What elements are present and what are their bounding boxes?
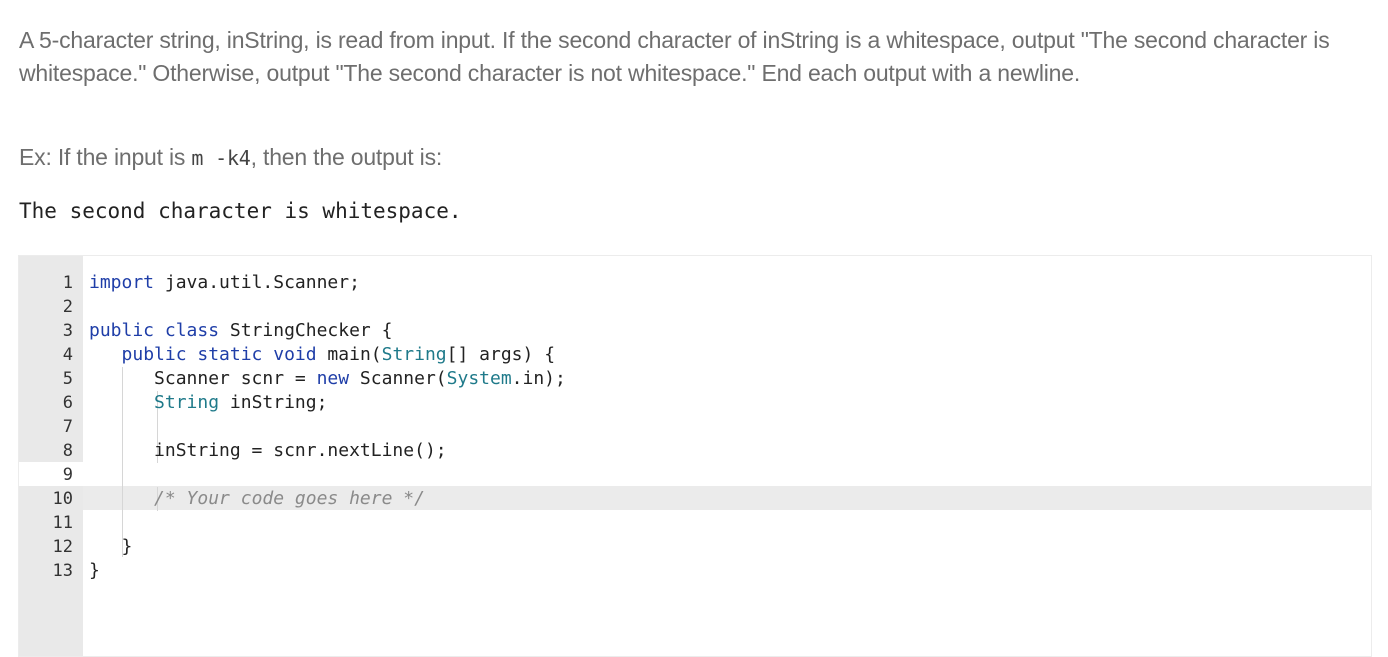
code-text[interactable]: import java.util.Scanner;	[89, 271, 360, 295]
code-line[interactable]: 6 String inString;	[19, 391, 1371, 415]
example-suffix: , then the output is:	[250, 144, 443, 170]
code-token: import	[89, 272, 155, 293]
code-text[interactable]: }	[89, 559, 100, 583]
code-text[interactable]: }	[89, 535, 133, 559]
line-number: 6	[62, 393, 73, 413]
code-line[interactable]: 13}	[19, 559, 1371, 583]
line-number: 9	[62, 465, 73, 485]
code-line[interactable]: 5 Scanner scnr = new Scanner(System.in);	[19, 367, 1371, 391]
code-lines[interactable]: 1 import java.util.Scanner; 2 3 public class…	[19, 271, 1371, 583]
line-number: 2	[62, 297, 73, 317]
line-number: 7	[62, 417, 73, 437]
line-number: 1	[62, 273, 73, 293]
code-line[interactable]: 9	[19, 463, 1371, 487]
line-number: 8	[62, 441, 73, 461]
code-text[interactable]: inString = scnr.nextLine();	[89, 439, 447, 463]
code-token: main(	[316, 344, 382, 365]
code-token: System	[446, 368, 512, 389]
code-token: StringChecker {	[219, 320, 393, 341]
code-line[interactable]: 3 public class StringChecker {	[19, 319, 1371, 343]
code-token: inString = scnr.nextLine();	[89, 440, 447, 461]
code-line[interactable]: 4 public static void main(String[] args)…	[19, 343, 1371, 367]
code-token: java.util.Scanner;	[154, 272, 360, 293]
example-line: Ex: If the input is m -k4, then the outp…	[19, 141, 442, 175]
line-number: 10	[52, 489, 73, 509]
code-token: String	[154, 392, 220, 413]
code-text[interactable]: public static void main(String[] args) {	[89, 343, 556, 367]
example-input: m -k4	[191, 146, 251, 170]
code-text[interactable]: public class StringChecker {	[89, 319, 392, 343]
line-number: 12	[52, 537, 73, 557]
code-line[interactable]: 7	[19, 415, 1371, 439]
line-number: 3	[62, 321, 73, 341]
code-token: new	[316, 368, 350, 389]
line-number: 13	[52, 561, 73, 581]
code-token: public static void	[121, 344, 317, 365]
code-line[interactable]: 10 /* Your code goes here */	[19, 487, 1371, 511]
line-number: 5	[62, 369, 73, 389]
line-number: 11	[52, 513, 73, 533]
code-token: inString;	[219, 392, 328, 413]
code-token: /* Your code goes here */	[154, 488, 425, 509]
sample-output: The second character is whitespace.	[19, 199, 462, 223]
code-editor[interactable]: 1 import java.util.Scanner; 2 3 public class…	[18, 255, 1372, 657]
problem-text: A 5-character string, inString, is read …	[19, 27, 1330, 86]
code-token: }	[89, 536, 133, 557]
code-line[interactable]: 2	[19, 295, 1371, 319]
code-line[interactable]: 12 }	[19, 535, 1371, 559]
code-token: public class	[89, 320, 220, 341]
code-text[interactable]: Scanner scnr = new Scanner(System.in);	[89, 367, 566, 391]
code-line[interactable]: 1 import java.util.Scanner;	[19, 271, 1371, 295]
problem-description: A 5-character string, inString, is read …	[19, 24, 1359, 90]
code-line[interactable]: 8 inString = scnr.nextLine();	[19, 439, 1371, 463]
code-token: Scanner(	[349, 368, 447, 389]
example-prefix: Ex: If the input is	[19, 144, 192, 170]
code-token: .in);	[511, 368, 566, 389]
code-text[interactable]: String inString;	[89, 391, 327, 415]
code-token: String	[381, 344, 447, 365]
code-line[interactable]: 11	[19, 511, 1371, 535]
line-number: 4	[62, 345, 73, 365]
code-token: Scanner scnr =	[89, 368, 317, 389]
code-text[interactable]: /* Your code goes here */	[89, 487, 425, 511]
code-token: [] args) {	[446, 344, 556, 365]
code-token: }	[89, 560, 100, 581]
